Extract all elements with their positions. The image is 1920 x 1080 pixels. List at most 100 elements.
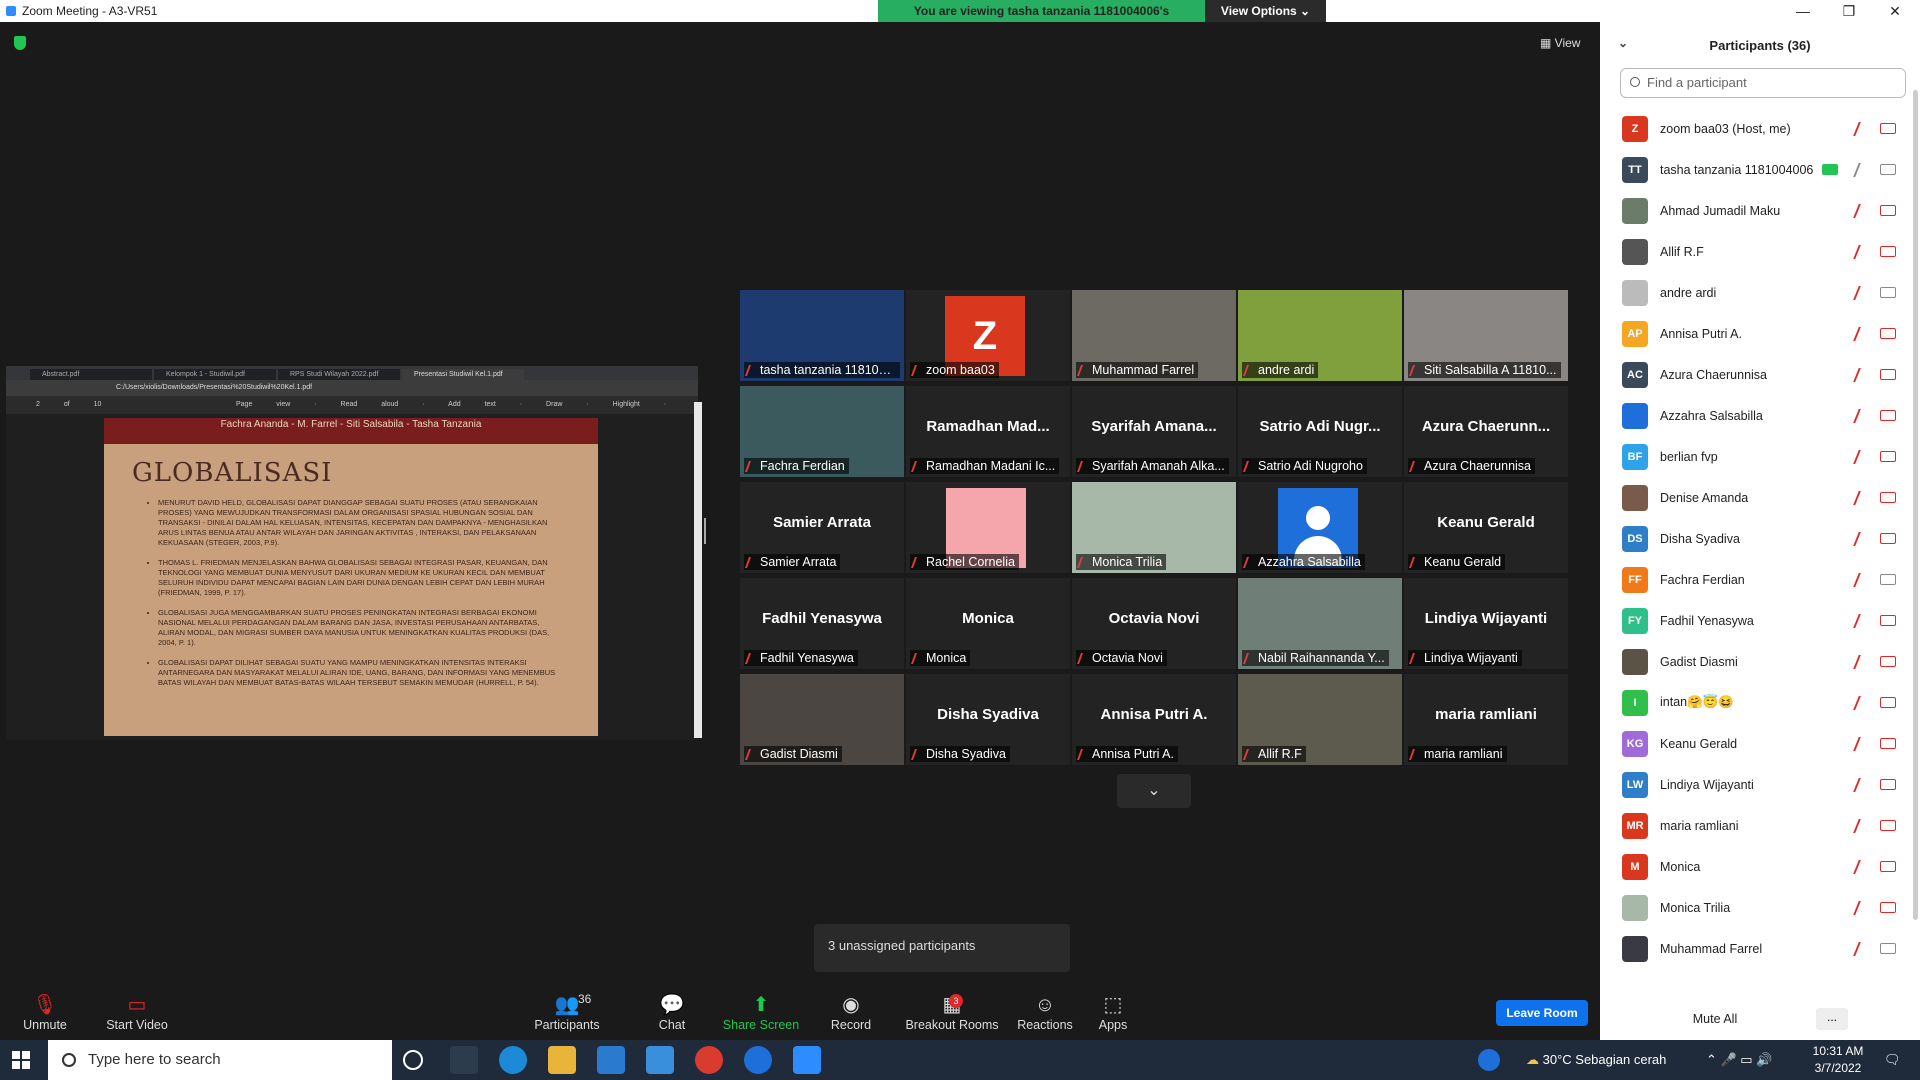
- participant-tile[interactable]: Satrio Adi Nugr... Satrio Adi Nugroho: [1238, 386, 1402, 477]
- split-divider[interactable]: [704, 518, 706, 544]
- participant-row[interactable]: DS Disha Syadiva: [1600, 518, 1920, 559]
- participant-tile[interactable]: Azura Chaerunn... Azura Chaerunnisa: [1404, 386, 1568, 477]
- tile-name-label: Siti Salsabilla A 11810...: [1408, 362, 1561, 378]
- next-page-button[interactable]: ⌄: [1117, 774, 1191, 808]
- unassigned-toast[interactable]: 3 unassigned participants: [814, 924, 1070, 972]
- participant-row[interactable]: AC Azura Chaerunnisa: [1600, 354, 1920, 395]
- participant-row[interactable]: Ahmad Jumadil Maku: [1600, 190, 1920, 231]
- participant-row[interactable]: TT tasha tanzania 1181004006: [1600, 149, 1920, 190]
- tile-display-name: Keanu Gerald: [1437, 514, 1535, 531]
- participant-tile[interactable]: Fachra Ferdian: [740, 386, 904, 477]
- participant-tile[interactable]: maria ramliani maria ramliani: [1404, 674, 1568, 765]
- chat-button[interactable]: 💬 Chat: [627, 984, 717, 1032]
- windows-start-icon[interactable]: [12, 1051, 30, 1069]
- help-icon[interactable]: [1478, 1049, 1500, 1071]
- file-explorer-icon[interactable]: [548, 1046, 576, 1074]
- participant-tile[interactable]: tasha tanzania 11810040...: [740, 290, 904, 381]
- teamviewer-icon[interactable]: [744, 1046, 772, 1074]
- notifications-icon[interactable]: 🗨: [1884, 1040, 1901, 1080]
- window-title: Zoom Meeting - A3-VR51: [22, 4, 158, 18]
- taskbar-search-input[interactable]: Type here to search: [48, 1040, 392, 1080]
- page-indicator: 2 of 10: [36, 401, 102, 408]
- edge-icon[interactable]: [499, 1046, 527, 1074]
- participant-row[interactable]: AP Annisa Putri A.: [1600, 313, 1920, 354]
- mail-icon[interactable]: [646, 1046, 674, 1074]
- mic-muted-icon: [1853, 203, 1869, 218]
- participant-row[interactable]: MR maria ramliani: [1600, 805, 1920, 846]
- participant-row[interactable]: Denise Amanda: [1600, 477, 1920, 518]
- participant-row[interactable]: KG Keanu Gerald: [1600, 723, 1920, 764]
- participant-tile[interactable]: Monica Trilia: [1072, 482, 1236, 573]
- participant-row[interactable]: andre ardi: [1600, 272, 1920, 313]
- participant-tile[interactable]: Nabil Raihannanda Y...: [1238, 578, 1402, 669]
- clock[interactable]: 10:31 AM 3/7/2022: [1808, 1043, 1868, 1077]
- weather-widget[interactable]: ☁ 30°C Sebagian cerah: [1526, 1040, 1666, 1080]
- participant-row[interactable]: LW Lindiya Wijayanti: [1600, 764, 1920, 805]
- clock-date: 3/7/2022: [1814, 1061, 1862, 1075]
- participant-tile[interactable]: Annisa Putri A. Annisa Putri A.: [1072, 674, 1236, 765]
- zoom-icon[interactable]: [793, 1046, 821, 1074]
- close-icon[interactable]: ✕: [1872, 0, 1918, 22]
- participant-tile[interactable]: Zzoom baa03: [906, 290, 1070, 381]
- participant-tile[interactable]: Samier Arrata Samier Arrata: [740, 482, 904, 573]
- system-tray-icons[interactable]: ⌃ 🎤 ▭ 🔊: [1706, 1040, 1772, 1080]
- collapse-chevron-icon[interactable]: ⌄: [1618, 36, 1628, 50]
- chat-icon: 💬: [659, 994, 685, 1016]
- participant-row[interactable]: Iintan🤗😇😆: [1600, 682, 1920, 723]
- participant-row[interactable]: FY Fadhil Yenasywa: [1600, 600, 1920, 641]
- mute-all-button[interactable]: Mute All: [1670, 1006, 1760, 1032]
- participant-row[interactable]: BF berlian fvp: [1600, 436, 1920, 477]
- view-button[interactable]: ▦ View: [1540, 36, 1580, 50]
- mic-muted-icon: [1853, 367, 1869, 382]
- participant-search-input[interactable]: Find a participant: [1620, 68, 1906, 98]
- participant-row[interactable]: FF Fachra Ferdian: [1600, 559, 1920, 600]
- participant-row[interactable]: Gadist Diasmi: [1600, 641, 1920, 682]
- participant-tile[interactable]: Siti Salsabilla A 11810...: [1404, 290, 1568, 381]
- unmute-button[interactable]: 🎙 Unmute: [0, 984, 90, 1032]
- record-button[interactable]: ◉ Record: [806, 984, 896, 1032]
- panel-header: ⌄ Participants (36): [1600, 22, 1920, 68]
- view-options-button[interactable]: View Options ⌄: [1205, 0, 1326, 22]
- panel-scrollbar[interactable]: [1913, 90, 1918, 920]
- participant-name: tasha tanzania 1181004006: [1660, 162, 1814, 177]
- participant-row[interactable]: Muhammad Farrel: [1600, 928, 1920, 969]
- slide-bullet: MENURUT DAVID HELD, GLOBALISASI DAPAT DI…: [158, 498, 568, 548]
- participant-tile[interactable]: Lindiya Wijayanti Lindiya Wijayanti: [1404, 578, 1568, 669]
- participant-row[interactable]: M Monica: [1600, 846, 1920, 887]
- participant-tile[interactable]: Disha Syadiva Disha Syadiva: [906, 674, 1070, 765]
- participant-tile[interactable]: Allif R.F: [1238, 674, 1402, 765]
- share-screen-button[interactable]: ⬆ Share Screen: [716, 984, 806, 1032]
- apps-button[interactable]: ⬚ Apps: [1068, 984, 1158, 1032]
- participants-button[interactable]: 👥 36 Participants: [522, 984, 612, 1032]
- participant-tile[interactable]: andre ardi: [1238, 290, 1402, 381]
- participant-name: zoom baa03 (Host, me): [1660, 121, 1791, 136]
- participant-tile[interactable]: Muhammad Farrel: [1072, 290, 1236, 381]
- leave-room-button[interactable]: Leave Room: [1496, 1000, 1588, 1026]
- participant-tile[interactable]: Gadist Diasmi: [740, 674, 904, 765]
- shared-screen: Abstract.pdf Kelompok 1 - Studiwil.pdf R…: [6, 366, 702, 740]
- participant-tile[interactable]: Monica Monica: [906, 578, 1070, 669]
- chrome-icon[interactable]: [695, 1046, 723, 1074]
- participant-tile[interactable]: Azzahra Salsabilla: [1238, 482, 1402, 573]
- security-shield-icon[interactable]: [14, 36, 26, 50]
- cortana-icon[interactable]: [403, 1050, 423, 1070]
- restore-icon[interactable]: ❐: [1826, 0, 1872, 22]
- participant-tile[interactable]: Ramadhan Mad... Ramadhan Madani Ic...: [906, 386, 1070, 477]
- participant-row[interactable]: Zzoom baa03 (Host, me): [1600, 108, 1920, 149]
- participant-row[interactable]: Allif R.F: [1600, 231, 1920, 272]
- participant-tile[interactable]: Syarifah Amana... Syarifah Amanah Alka...: [1072, 386, 1236, 477]
- breakout-rooms-button[interactable]: ▦3Breakout Rooms: [897, 984, 1007, 1032]
- shared-scrollbar: [694, 402, 702, 738]
- start-video-button[interactable]: ▭ Start Video: [92, 984, 182, 1032]
- store-icon[interactable]: [597, 1046, 625, 1074]
- participant-row[interactable]: Azzahra Salsabilla: [1600, 395, 1920, 436]
- participant-tile[interactable]: Octavia Novi Octavia Novi: [1072, 578, 1236, 669]
- task-view-icon[interactable]: [450, 1046, 478, 1074]
- participant-row[interactable]: Monica Trilia: [1600, 887, 1920, 928]
- more-options-button[interactable]: ...: [1816, 1008, 1848, 1030]
- participant-tile[interactable]: Fadhil Yenasywa Fadhil Yenasywa: [740, 578, 904, 669]
- mic-muted-icon: [1853, 900, 1869, 915]
- participant-tile[interactable]: Rachel Cornelia: [906, 482, 1070, 573]
- participant-tile[interactable]: Keanu Gerald Keanu Gerald: [1404, 482, 1568, 573]
- minimize-icon[interactable]: —: [1780, 0, 1826, 22]
